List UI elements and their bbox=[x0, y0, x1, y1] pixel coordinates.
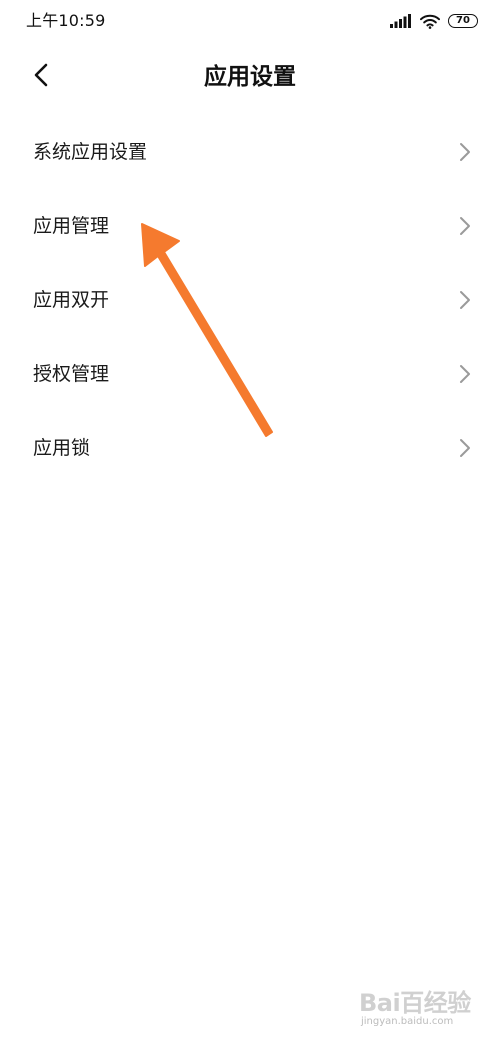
watermark-url: jingyan.baidu.com bbox=[361, 1016, 454, 1027]
page-title: 应用设置 bbox=[204, 64, 296, 90]
settings-item-permissions[interactable]: 授权管理 bbox=[0, 337, 500, 411]
chevron-right-icon bbox=[458, 142, 472, 162]
settings-item-label: 应用管理 bbox=[33, 215, 110, 237]
watermark-logo: Bai百经验 bbox=[359, 989, 471, 1017]
chevron-right-icon bbox=[458, 364, 472, 384]
settings-item-label: 系统应用设置 bbox=[33, 141, 148, 163]
status-time: 上午10:59 bbox=[26, 11, 106, 30]
chevron-right-icon bbox=[458, 216, 472, 236]
chevron-right-icon bbox=[458, 290, 472, 310]
nav-bar: 应用设置 bbox=[0, 52, 500, 102]
watermark: Bai百经验 jingyan.baidu.com bbox=[353, 983, 478, 1027]
status-bar: 上午10:59 70 bbox=[0, 0, 500, 42]
settings-item-app-lock[interactable]: 应用锁 bbox=[0, 411, 500, 485]
settings-item-label: 应用锁 bbox=[33, 437, 91, 459]
battery-icon: 70 bbox=[448, 14, 478, 28]
battery-level: 70 bbox=[456, 15, 470, 26]
settings-item-label: 授权管理 bbox=[33, 363, 110, 385]
settings-list: 系统应用设置 应用管理 应用双开 授权管理 应用锁 bbox=[0, 115, 500, 485]
chevron-right-icon bbox=[458, 438, 472, 458]
settings-item-system-app-settings[interactable]: 系统应用设置 bbox=[0, 115, 500, 189]
settings-item-dual-apps[interactable]: 应用双开 bbox=[0, 263, 500, 337]
settings-item-app-management[interactable]: 应用管理 bbox=[0, 189, 500, 263]
settings-item-label: 应用双开 bbox=[33, 289, 110, 311]
status-icons: 70 bbox=[390, 11, 478, 31]
signal-icon bbox=[390, 14, 412, 28]
wifi-icon bbox=[420, 14, 440, 29]
